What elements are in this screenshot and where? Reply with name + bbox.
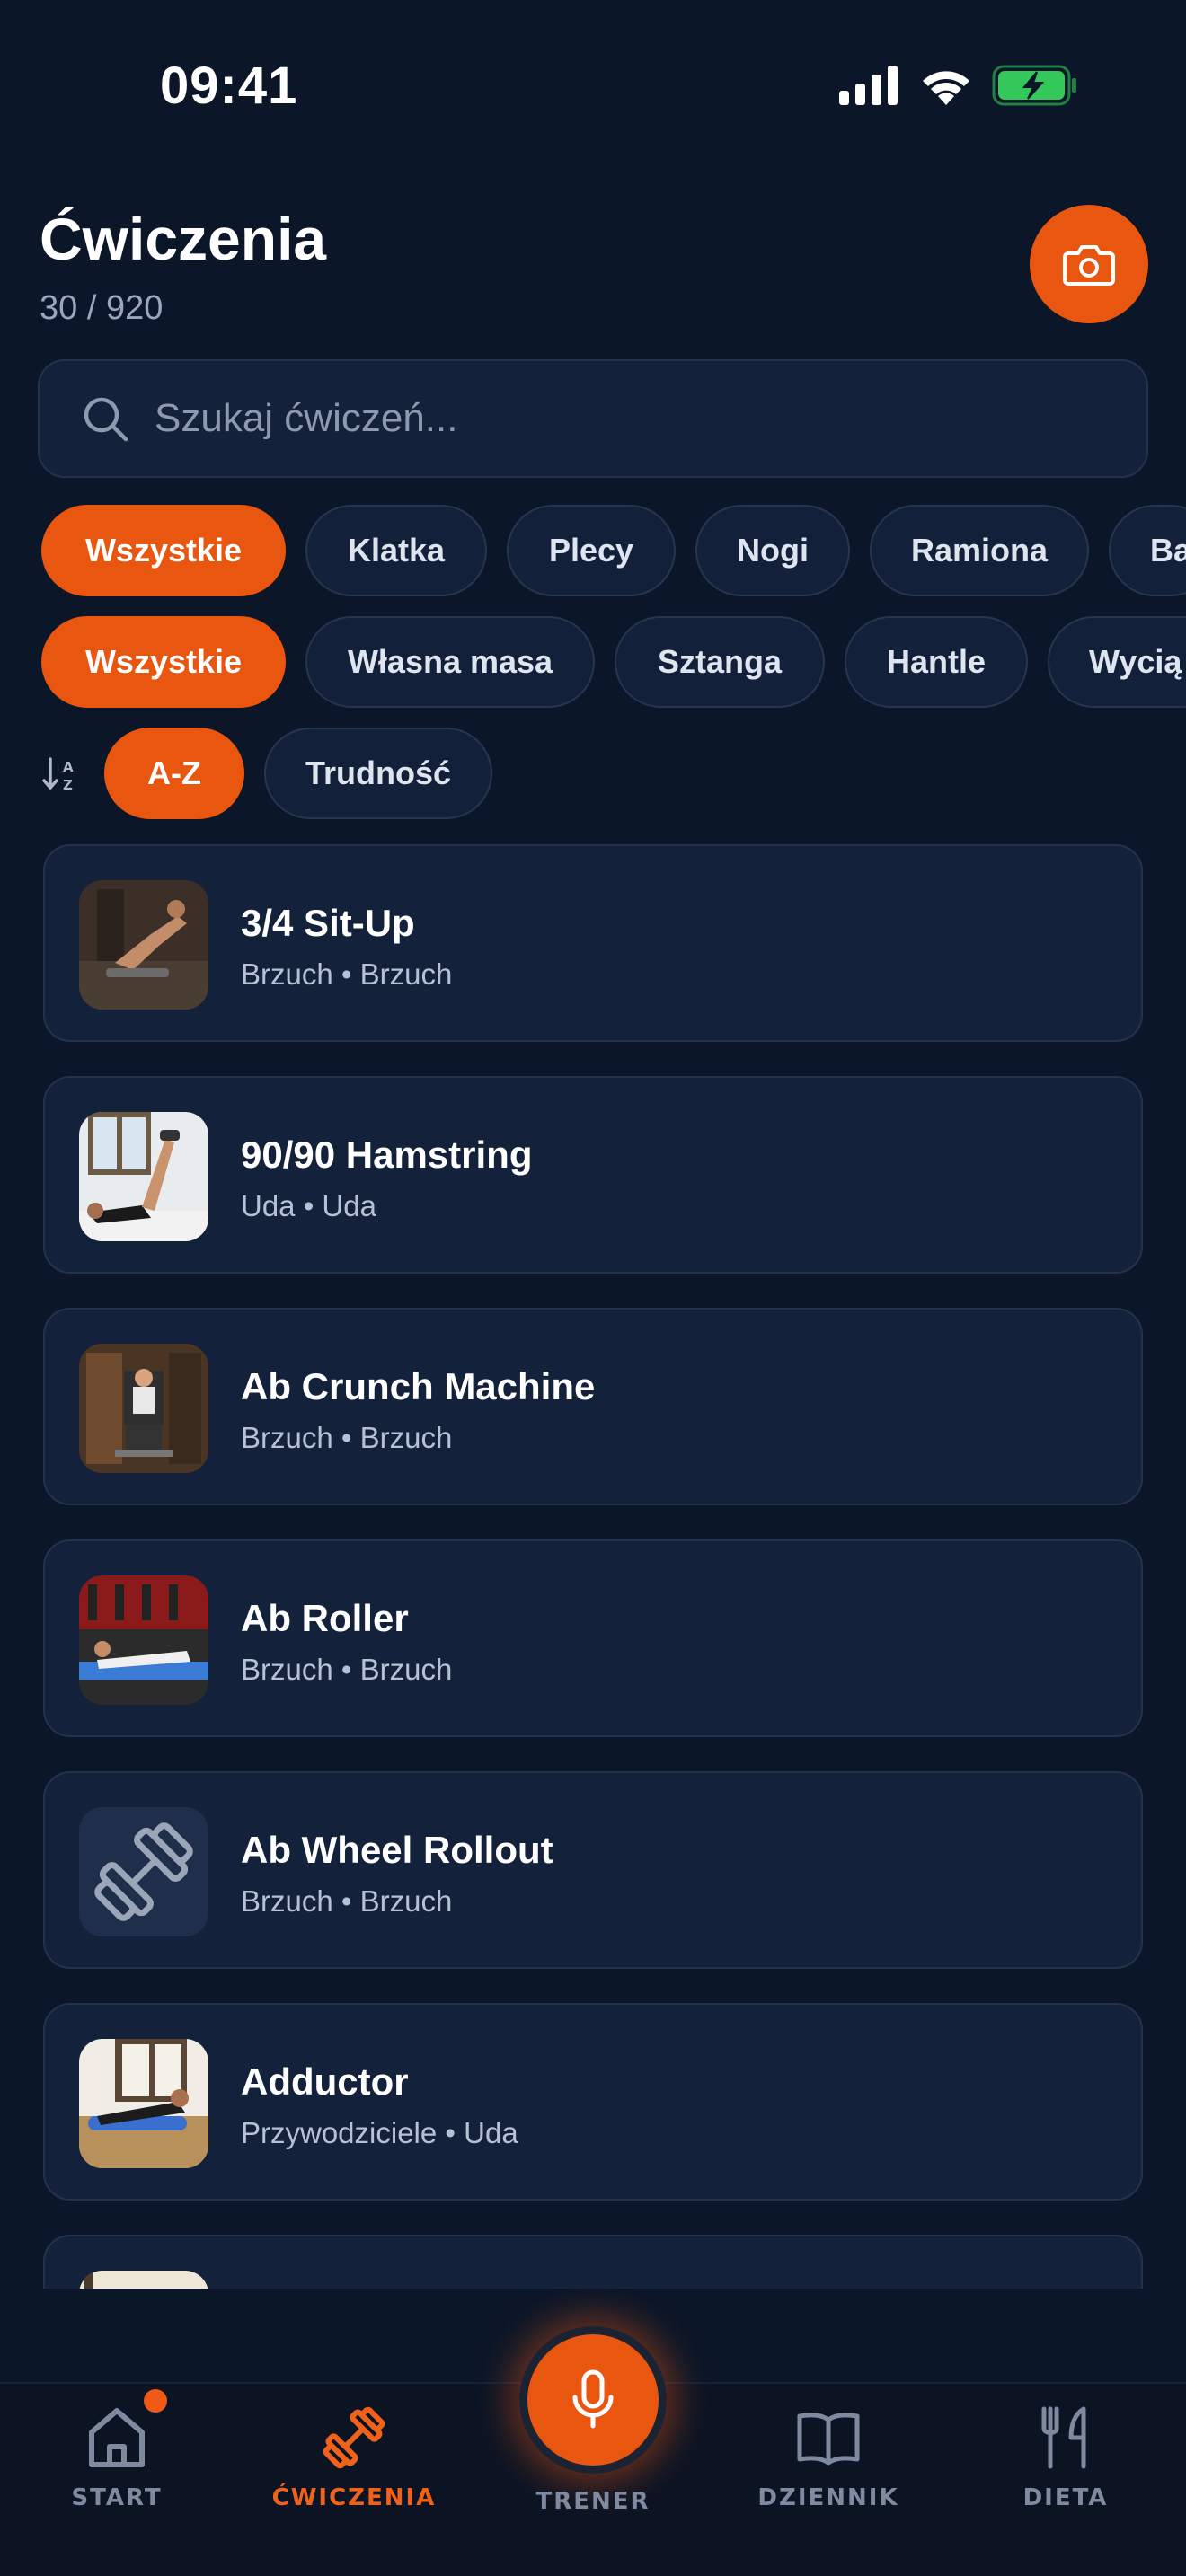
fork-knife-icon [1041, 2406, 1086, 2469]
status-time: 09:41 [160, 57, 298, 115]
coach-mic-button[interactable] [519, 2326, 667, 2474]
muscle-chip-chest[interactable]: Klatka [305, 505, 487, 596]
muscle-chip-legs[interactable]: Nogi [695, 505, 850, 596]
exercise-list[interactable]: 3/4 Sit-Up Brzuch • Brzuch 90/90 Hamstri… [0, 844, 1186, 2289]
home-icon [89, 2408, 145, 2467]
muscle-chip-all[interactable]: Wszystkie [41, 505, 286, 596]
search-input[interactable] [155, 396, 1053, 441]
exercise-thumbnail [79, 1807, 208, 1936]
tab-journal[interactable]: DZIENNIK [739, 2402, 918, 2527]
exercise-thumbnail [79, 1344, 208, 1473]
notification-badge [144, 2389, 167, 2413]
exercise-muscles: Brzuch • Brzuch [241, 957, 453, 991]
muscle-chip-partial[interactable]: Ba [1109, 505, 1186, 596]
tab-start[interactable]: START [27, 2402, 207, 2527]
exercise-name: Ab Roller [241, 1597, 409, 1639]
wifi-icon [923, 71, 969, 105]
exercise-thumbnail [79, 2271, 208, 2289]
exercise-card[interactable]: Ab Roller Brzuch • Brzuch [43, 1539, 1143, 1737]
tab-exercises[interactable]: ĆWICZENIA [264, 2402, 444, 2527]
exercise-muscles: Brzuch • Brzuch [241, 1653, 453, 1686]
muscle-chip-arms[interactable]: Ramiona [870, 505, 1089, 596]
exercise-name: Ab Crunch Machine [241, 1365, 596, 1407]
exercise-name: Ab Wheel Rollout [241, 1829, 553, 1871]
svg-text:A: A [63, 759, 74, 775]
exercise-card[interactable]: Adductor Przywodziciele • Uda [43, 2003, 1143, 2201]
sort-row: A Z A-Z Trudność [41, 728, 492, 819]
equipment-chip-bodyweight[interactable]: Własna masa [305, 616, 595, 708]
exercise-count: 30 / 920 [40, 289, 164, 327]
equipment-filter-row: Wszystkie Własna masa Sztanga Hantle Wyc… [41, 616, 1186, 708]
microphone-icon [572, 2369, 614, 2429]
exercise-thumbnail [79, 880, 208, 1010]
mic-button-inner[interactable] [527, 2334, 659, 2466]
exercise-card[interactable]: Ab Crunch Machine Brzuch • Brzuch [43, 1308, 1143, 1505]
camera-button[interactable] [1030, 205, 1148, 323]
exercise-muscles: Uda • Uda [241, 1189, 376, 1222]
exercise-thumbnail [79, 1575, 208, 1705]
exercise-card[interactable]: 3/4 Sit-Up Brzuch • Brzuch [43, 844, 1143, 1042]
tab-coach-label: TRENER [535, 2488, 651, 2515]
battery-charging-icon [992, 65, 1076, 106]
exercise-card[interactable]: Ab Wheel Rollout Brzuch • Brzuch [43, 1771, 1143, 1969]
muscle-filter-row: Wszystkie Klatka Plecy Nogi Ramiona Ba [41, 505, 1186, 596]
status-icons [839, 65, 1078, 106]
tab-journal-label: DZIENNIK [757, 2484, 899, 2511]
equipment-chip-dumbbells[interactable]: Hantle [845, 616, 1028, 708]
exercise-name: 90/90 Hamstring [241, 1134, 533, 1176]
exercise-muscles: Przywodziciele • Uda [241, 2116, 518, 2149]
exercise-thumbnail [79, 1112, 208, 1241]
exercise-muscles: Brzuch • Brzuch [241, 1421, 453, 1454]
exercise-thumbnail [79, 2039, 208, 2168]
equipment-chip-all[interactable]: Wszystkie [41, 616, 286, 708]
tab-exercises-label: ĆWICZENIA [271, 2484, 437, 2511]
exercise-muscles: Brzuch • Brzuch [241, 1884, 453, 1918]
svg-text:Z: Z [63, 777, 73, 793]
muscle-chip-back[interactable]: Plecy [507, 505, 676, 596]
equipment-chip-partial[interactable]: Wycią [1048, 616, 1186, 708]
exercise-card[interactable] [43, 2235, 1143, 2289]
tab-start-label: START [71, 2484, 163, 2511]
tab-diet[interactable]: DIETA [976, 2402, 1155, 2527]
camera-icon [1063, 245, 1115, 286]
search-icon [84, 397, 128, 442]
dumbbell-icon [94, 1822, 193, 1921]
exercise-card[interactable]: 90/90 Hamstring Uda • Uda [43, 1076, 1143, 1274]
tab-diet-label: DIETA [1022, 2484, 1109, 2511]
sort-chip-difficulty[interactable]: Trudność [264, 728, 492, 819]
page-title: Ćwiczenia [40, 206, 327, 272]
book-icon [797, 2413, 860, 2466]
equipment-chip-barbell[interactable]: Sztanga [615, 616, 825, 708]
dumbbell-icon [323, 2406, 385, 2469]
sort-az-icon[interactable]: A Z [41, 754, 81, 793]
search-box[interactable] [38, 359, 1148, 478]
exercise-name: 3/4 Sit-Up [241, 902, 415, 944]
exercise-name: Adductor [241, 2060, 409, 2103]
sort-chip-az[interactable]: A-Z [104, 728, 244, 819]
status-bar: 09:41 [0, 0, 1186, 171]
cellular-signal-icon [839, 66, 898, 105]
